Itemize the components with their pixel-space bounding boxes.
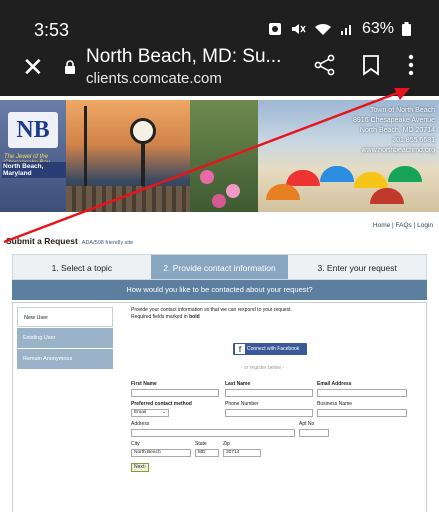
banner-pier-photo — [66, 100, 190, 212]
option-existing-user[interactable]: Existing User — [17, 328, 113, 348]
lock-icon — [65, 60, 75, 74]
phone-input[interactable] — [225, 409, 313, 417]
signal-icon — [340, 25, 351, 35]
tab-select-topic[interactable]: 1. Select a topic — [13, 255, 151, 279]
form-intro: Provide your contact information so that… — [131, 307, 292, 320]
alarm-icon — [268, 23, 281, 35]
clock-image — [130, 118, 156, 144]
site-banner: NB The Jewel of the Chesapeake Bay North… — [0, 100, 439, 212]
preferred-contact-label: Preferred contact method — [131, 401, 192, 407]
user-type-menu: New User Existing User Remain Anonymous — [17, 307, 113, 370]
apt-input[interactable] — [299, 429, 329, 437]
banner-beach-photo: Town of North Beach 8916 Chesapeake Aven… — [258, 100, 439, 212]
state-label: State — [195, 441, 207, 447]
submit-heading: Submit a Request — [6, 236, 78, 246]
banner-logo-panel: NB The Jewel of the Chesapeake Bay North… — [0, 100, 66, 212]
first-name-input[interactable] — [131, 389, 219, 397]
facebook-icon: f — [235, 344, 245, 354]
bookmark-icon[interactable] — [362, 54, 380, 76]
next-button[interactable]: Next› — [131, 463, 149, 472]
site-place-name: North Beach, Maryland — [2, 162, 66, 178]
browser-toolbar: ✕ North Beach, MD: Su... clients.comcate… — [0, 46, 439, 96]
business-input[interactable] — [317, 409, 407, 417]
contact-form: Provide your contact information so that… — [131, 307, 420, 472]
close-icon[interactable]: ✕ — [22, 54, 44, 80]
wifi-icon — [314, 23, 331, 35]
apt-label: Apt No — [299, 421, 315, 427]
battery-icon — [402, 22, 411, 36]
contact-question-bar: How would you like to be contacted about… — [12, 280, 427, 300]
submit-heading-row: Submit a Request ADA/508 friendly site — [0, 234, 439, 250]
email-label: Email Address — [317, 381, 352, 387]
option-new-user[interactable]: New User — [17, 307, 113, 327]
battery-percent: 63% — [361, 20, 394, 37]
zip-input[interactable]: 20714 — [223, 449, 261, 457]
address-label: Address — [131, 421, 150, 427]
facebook-connect-button[interactable]: f Connect with Facebook — [233, 343, 307, 355]
address-input[interactable] — [131, 429, 295, 437]
tab-contact-information[interactable]: 2. Provide contact information — [150, 255, 289, 279]
or-register-text: - or register below - — [241, 365, 285, 371]
mute-icon — [291, 24, 306, 34]
last-name-input[interactable] — [225, 389, 313, 397]
town-address: Town of North Beach 8916 Chesapeake Aven… — [353, 107, 435, 154]
step-tabs: 1. Select a topic 2. Provide contact inf… — [12, 254, 427, 280]
email-input[interactable] — [317, 389, 407, 397]
first-name-label: First Name — [131, 381, 157, 387]
chevron-down-icon: ⌄ — [161, 410, 166, 415]
option-remain-anonymous[interactable]: Remain Anonymous — [17, 349, 113, 369]
ada-link[interactable]: ADA/508 friendly site — [82, 240, 133, 246]
tab-enter-request[interactable]: 3. Enter your request — [288, 255, 427, 279]
business-label: Business Name — [317, 401, 353, 407]
status-time: 3:53 — [34, 20, 70, 40]
state-input[interactable]: MD — [195, 449, 219, 457]
last-name-label: Last Name — [225, 381, 251, 387]
top-links[interactable]: Home | FAQs | Login — [0, 212, 439, 234]
page-title[interactable]: North Beach, MD: Su... — [86, 46, 296, 68]
page-url[interactable]: clients.comcate.com — [86, 70, 222, 87]
contact-panel: New User Existing User Remain Anonymous … — [12, 302, 427, 512]
city-input[interactable]: North Beach — [131, 449, 191, 457]
banner-lily-photo — [190, 100, 258, 212]
preferred-contact-select[interactable]: Email ⌄ — [131, 409, 169, 417]
more-options-icon[interactable] — [408, 54, 414, 76]
phone-label: Phone Number — [225, 401, 259, 407]
site-logo[interactable]: NB — [8, 112, 58, 148]
zip-label: Zip — [223, 441, 230, 447]
city-label: City — [131, 441, 140, 447]
share-icon[interactable] — [314, 54, 336, 76]
status-icons: 63% — [268, 20, 411, 38]
